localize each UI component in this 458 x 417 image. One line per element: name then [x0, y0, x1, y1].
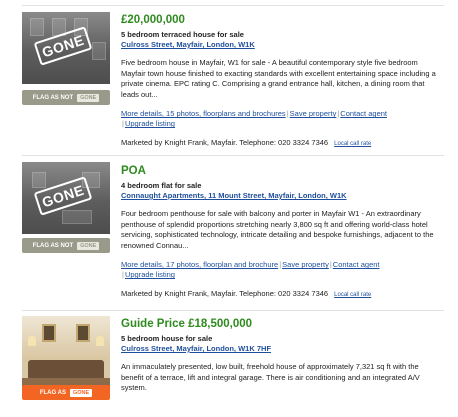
gone-tag: GONE — [77, 241, 100, 250]
listing-description: Five bedroom house in Mayfair, W1 for sa… — [121, 58, 436, 99]
flag-label: FLAG AS NOT — [32, 242, 74, 249]
listing-photo[interactable] — [22, 316, 110, 388]
flag-as-gone-button[interactable]: FLAG AS GONE — [22, 385, 110, 400]
save-property-link[interactable]: Save property — [290, 109, 337, 118]
listing-links: More details, 17 photos, floorplan and b… — [121, 260, 380, 280]
local-call-rate-link[interactable]: Local call rate — [334, 141, 371, 147]
more-details-link[interactable]: More details, 17 photos, floorplan and b… — [121, 260, 278, 269]
agent-info: Marketed by Knight Frank, Mayfair. Telep… — [121, 289, 329, 299]
upgrade-listing-link[interactable]: Upgrade listing — [125, 119, 175, 128]
listing-description: An immaculately presented, low built, fr… — [121, 362, 420, 393]
listing-price: Guide Price £18,500,000 — [121, 318, 253, 330]
agent-info: Marketed by Knight Frank, Mayfair. Telep… — [121, 138, 329, 148]
listing-info: POA 4 bedroom flat for sale Connaught Ap… — [121, 164, 443, 300]
listing-links: More details, 15 photos, floorplans and … — [121, 109, 387, 129]
listing-info: Guide Price £18,500,000 5 bedroom house … — [121, 317, 443, 394]
listing-divider — [22, 155, 444, 156]
listing-address-link[interactable]: Culross Street, Mayfair, London, W1K 7HF — [121, 344, 271, 354]
listing-address-link[interactable]: Culross Street, Mayfair, London, W1K — [121, 40, 255, 50]
listing-divider — [22, 310, 444, 311]
property-type: 5 bedroom house for sale — [121, 334, 213, 343]
listing-price: £20,000,000 — [121, 14, 185, 26]
contact-agent-link[interactable]: Contact agent — [340, 109, 387, 118]
flag-label: FLAG AS NOT — [32, 94, 74, 101]
listing-photo[interactable]: GONE — [22, 162, 110, 234]
listing-info: £20,000,000 5 bedroom terraced house for… — [121, 13, 443, 149]
property-type: 5 bedroom terraced house for sale — [121, 30, 244, 39]
gone-tag: GONE — [69, 388, 93, 397]
more-details-link[interactable]: More details, 15 photos, floorplans and … — [121, 109, 286, 118]
flag-as-not-gone-button[interactable]: FLAG AS NOT GONE — [22, 238, 110, 253]
upgrade-listing-link[interactable]: Upgrade listing — [125, 270, 175, 279]
listing-description: Four bedroom penthouse for sale with bal… — [121, 209, 434, 250]
gone-tag: GONE — [77, 93, 100, 102]
listing-price: POA — [121, 165, 146, 177]
listing-address-link[interactable]: Connaught Apartments, 11 Mount Street, M… — [121, 191, 347, 201]
save-property-link[interactable]: Save property — [282, 260, 329, 269]
property-type: 4 bedroom flat for sale — [121, 181, 202, 190]
contact-agent-link[interactable]: Contact agent — [333, 260, 380, 269]
flag-as-not-gone-button[interactable]: FLAG AS NOT GONE — [22, 90, 110, 105]
marketed-by: Marketed by Knight Frank, Mayfair. Telep… — [121, 289, 443, 300]
listing-divider — [22, 5, 444, 6]
marketed-by: Marketed by Knight Frank, Mayfair. Telep… — [121, 138, 443, 149]
flag-label: FLAG AS — [39, 389, 66, 396]
local-call-rate-link[interactable]: Local call rate — [334, 292, 371, 298]
listing-photo[interactable]: GONE — [22, 12, 110, 84]
